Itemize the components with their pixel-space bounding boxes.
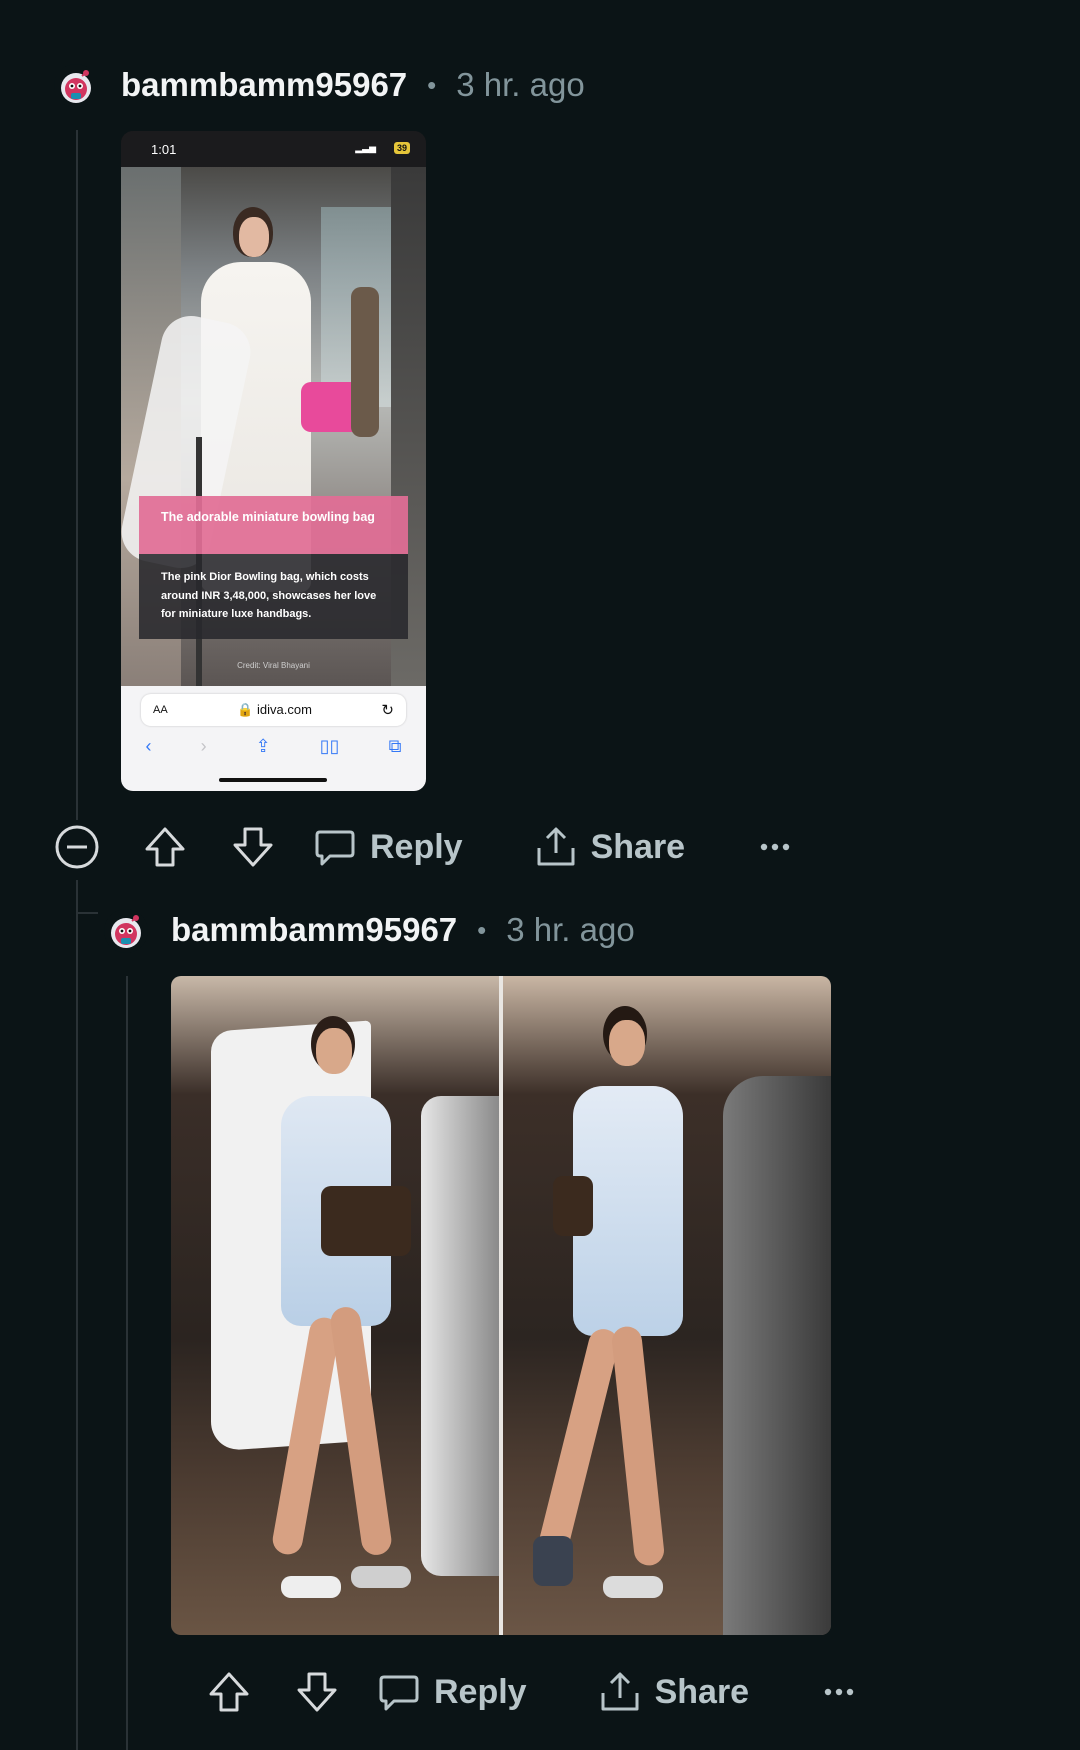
reply-button[interactable]: Reply (378, 1671, 527, 1713)
avatar-icon (61, 70, 91, 103)
upvote-button[interactable] (140, 822, 190, 872)
thread-branch (76, 912, 98, 914)
avatar[interactable] (104, 909, 148, 953)
comment-image[interactable]: 1:01 ▂▃▅ 39 The adorable miniature bowli… (121, 131, 426, 791)
downvote-button[interactable] (292, 1667, 342, 1717)
status-time: 1:01 (151, 142, 177, 157)
share-icon (601, 1672, 639, 1711)
reply-icon (315, 830, 355, 866)
share-label: Share (654, 1672, 750, 1711)
photo-right (503, 976, 831, 1635)
tabs-icon: ⧉ (388, 736, 402, 756)
timestamp[interactable]: 3 hr. ago (456, 66, 584, 104)
reply-label: Reply (370, 827, 463, 866)
home-indicator (219, 778, 327, 782)
forward-icon: › (200, 736, 207, 756)
upvote-button[interactable] (204, 1667, 254, 1717)
back-icon: ‹ (145, 736, 152, 756)
upvote-icon (209, 1672, 249, 1712)
reply-icon (379, 1675, 419, 1711)
thread-line-2[interactable] (126, 976, 128, 1750)
downvote-icon (233, 827, 273, 867)
signal-icon: ▂▃▅ (355, 143, 376, 153)
reload-icon: ↻ (381, 702, 394, 719)
reply-label: Reply (434, 1672, 527, 1711)
author-name[interactable]: bammbamm95967 (171, 911, 457, 949)
thread-line-1[interactable] (76, 130, 78, 820)
browser-toolbar: ‹ › ⇪ ▯▯ ⧉ (121, 736, 426, 757)
url-text: 🔒 idiva.com (237, 702, 312, 717)
upvote-icon (145, 827, 185, 867)
collapse-button[interactable] (54, 824, 100, 870)
comment-actions: Reply Share (204, 1660, 859, 1724)
collapse-icon (55, 825, 99, 869)
battery-icon: 39 (393, 142, 410, 154)
photo-left (171, 976, 499, 1635)
downvote-icon (297, 1672, 337, 1712)
comment-actions: Reply Share (54, 815, 795, 879)
thread-line-1-lower[interactable] (76, 880, 78, 1750)
downvote-button[interactable] (228, 822, 278, 872)
avatar-icon (111, 915, 141, 948)
text-size-button: AA (153, 704, 168, 716)
share-button[interactable]: Share (535, 826, 686, 868)
meta-separator: • (427, 69, 437, 100)
more-icon (824, 1688, 854, 1696)
share-icon (537, 827, 575, 866)
comment-meta: bammbamm95967 • 3 hr. ago (171, 911, 635, 949)
more-icon (760, 843, 790, 851)
avatar[interactable] (54, 64, 98, 108)
more-button[interactable] (819, 1672, 859, 1712)
phone-status-bar: 1:01 ▂▃▅ 39 (121, 131, 426, 167)
url-domain: idiva.com (257, 702, 312, 717)
photo-credit: Credit: Viral Bhayani (237, 661, 310, 670)
meta-separator: • (477, 914, 487, 945)
author-name[interactable]: bammbamm95967 (121, 66, 407, 104)
more-button[interactable] (755, 827, 795, 867)
share-label: Share (590, 827, 686, 866)
bookmarks-icon: ▯▯ (319, 736, 340, 756)
browser-bar: AA 🔒 idiva.com ↻ ‹ › ⇪ ▯▯ ⧉ (121, 686, 426, 791)
comment-image[interactable] (171, 976, 831, 1635)
timestamp[interactable]: 3 hr. ago (506, 911, 634, 949)
overlay-body: The pink Dior Bowling bag, which costs a… (139, 554, 408, 639)
share-sheet-icon: ⇪ (255, 736, 271, 756)
reply-button[interactable]: Reply (314, 826, 463, 868)
overlay-title: The adorable miniature bowling bag (139, 496, 408, 554)
comment-meta: bammbamm95967 • 3 hr. ago (121, 66, 585, 104)
share-button[interactable]: Share (599, 1671, 750, 1713)
url-bar: AA 🔒 idiva.com ↻ (141, 694, 406, 726)
